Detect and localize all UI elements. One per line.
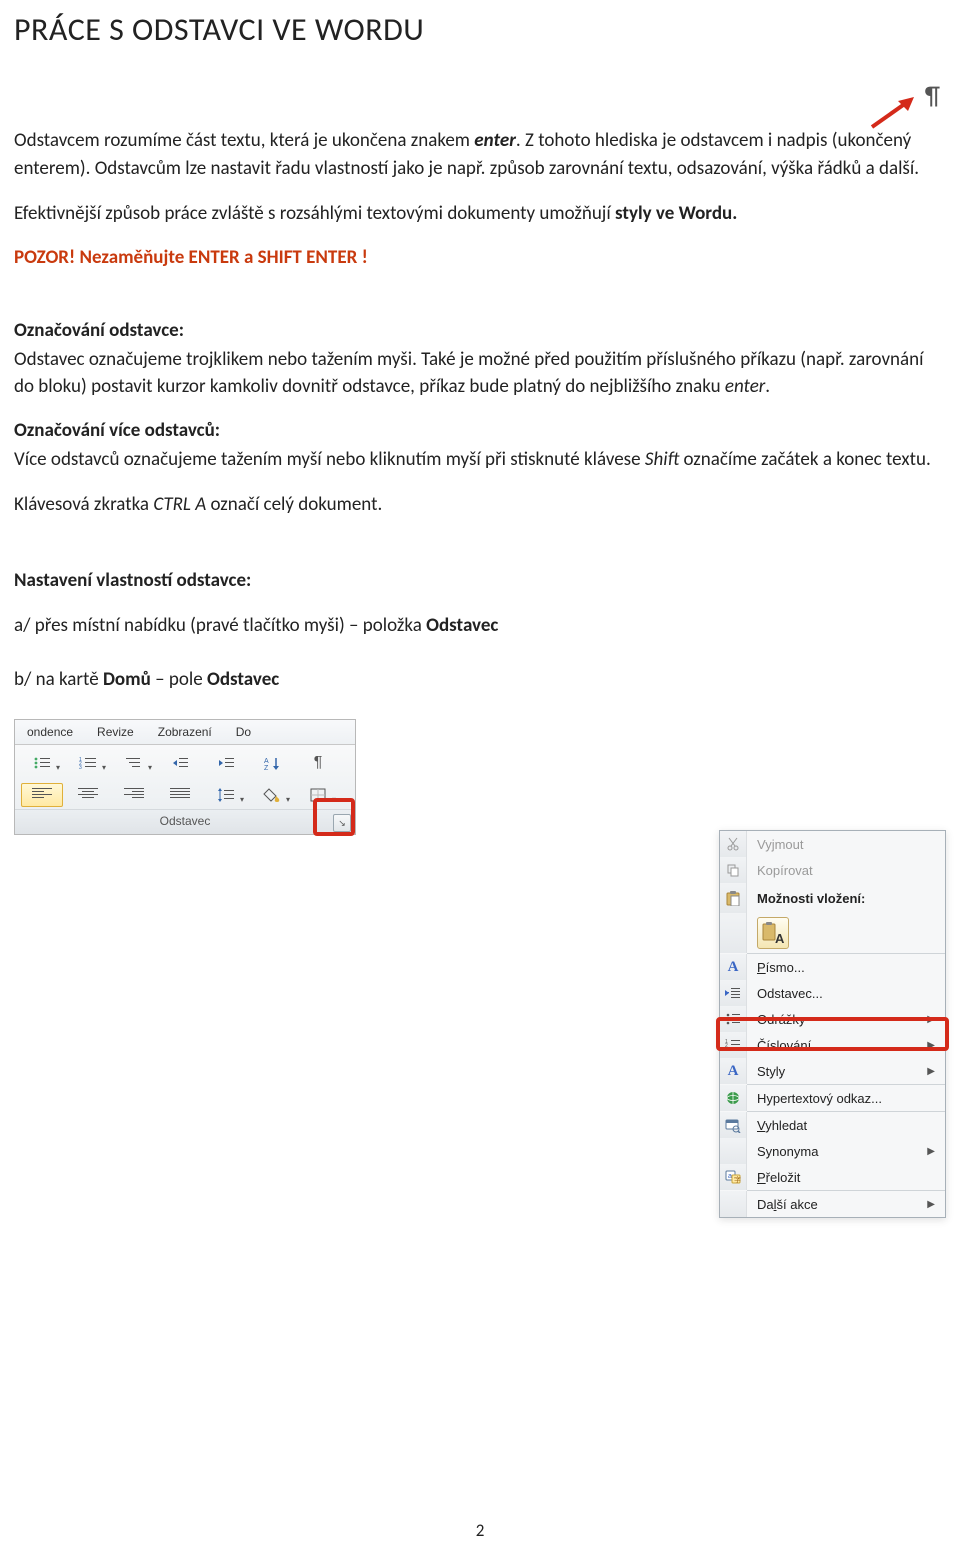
paste-icon <box>725 890 741 906</box>
paste-keep-text-button[interactable]: A <box>757 917 789 949</box>
ribbon-tab[interactable]: Revize <box>85 725 146 739</box>
menu-item-styles[interactable]: A Styly ▶ <box>720 1058 945 1084</box>
chevron-down-icon: ▾ <box>56 763 60 772</box>
multilevel-list-button[interactable]: ▾ <box>113 751 155 775</box>
submenu-arrow-icon: ▶ <box>927 1146 945 1157</box>
ctrl-a-paragraph: Klávesová zkratka CTRL A označí celý dok… <box>14 491 946 519</box>
red-arrow-icon <box>868 97 914 131</box>
menu-item-translate[interactable]: a字 Přeložit <box>720 1164 945 1190</box>
intro-paragraph-1: Odstavcem rozumíme část textu, která je … <box>14 127 946 182</box>
align-center-button[interactable] <box>67 783 109 807</box>
translate-icon: a字 <box>725 1169 741 1185</box>
chevron-down-icon: ▾ <box>102 763 106 772</box>
page-number: 2 <box>0 1520 960 1541</box>
selection-paragraph: Odstavec označujeme trojklikem nebo taže… <box>14 346 946 401</box>
menu-item-paragraph[interactable]: Odstavec... <box>720 980 945 1006</box>
show-hide-button[interactable]: ¶ <box>297 751 339 775</box>
line-spacing-button[interactable]: ▾ <box>205 783 247 807</box>
ribbon-row-1: ▾ 123 ▾ ▾ AZ ¶ <box>15 745 355 777</box>
styles-icon: A <box>728 1063 739 1080</box>
submenu-arrow-icon: ▶ <box>927 1066 945 1077</box>
red-highlight-box <box>313 798 355 836</box>
svg-text:Z: Z <box>264 765 269 770</box>
numbering-button[interactable]: 123 ▾ <box>67 751 109 775</box>
chevron-down-icon: ▾ <box>148 763 152 772</box>
menu-item-paste-options: Možnosti vložení: <box>720 883 945 913</box>
cut-icon <box>726 837 740 851</box>
shading-button[interactable]: ▾ <box>251 783 293 807</box>
multi-selection-paragraph: Více odstavců označujeme tažením myší ne… <box>14 446 946 474</box>
section-heading-multi: Označování více odstavců: <box>14 419 946 442</box>
ribbon-tabs: ondence Revize Zobrazení Do <box>15 720 355 745</box>
svg-text:字: 字 <box>734 1175 741 1184</box>
chevron-down-icon: ▾ <box>286 795 290 804</box>
increase-indent-button[interactable] <box>205 751 247 775</box>
context-menu: Vyjmout Kopírovat Možnosti vložení: A A … <box>719 830 946 1218</box>
section-heading-selection: Označování odstavce: <box>14 319 946 342</box>
chevron-down-icon: ▾ <box>240 795 244 804</box>
document-page: PRÁCE S ODSTAVCI VE WORDU ¶ Odstavcem ro… <box>0 0 960 1547</box>
ribbon-tab[interactable]: Zobrazení <box>146 725 224 739</box>
warning-text: POZOR! Nezaměňujte ENTER a SHIFT ENTER ! <box>14 246 946 269</box>
option-b-text: b/ na kartě Domů – pole Odstavec <box>14 666 946 694</box>
link-icon <box>725 1090 741 1106</box>
bullets-button[interactable]: ▾ <box>21 751 63 775</box>
sort-button[interactable]: AZ <box>251 751 293 775</box>
word-ribbon-screenshot: ondence Revize Zobrazení Do ▾ 123 ▾ ▾ <box>14 719 356 835</box>
font-icon: A <box>728 959 739 976</box>
section-heading-properties: Nastavení vlastností odstavce: <box>14 567 946 595</box>
option-a-text: a/ přes místní nabídku (pravé tlačítko m… <box>14 612 946 640</box>
ribbon-tab[interactable]: Do <box>224 725 263 739</box>
decrease-indent-button[interactable] <box>159 751 201 775</box>
menu-item-font[interactable]: A Písmo... <box>720 954 945 980</box>
menu-item-more-actions[interactable]: Další akce ▶ <box>720 1191 945 1217</box>
paragraph-icon <box>725 986 741 1000</box>
paste-option-row: A <box>720 913 945 953</box>
page-title: PRÁCE S ODSTAVCI VE WORDU <box>14 10 946 49</box>
pilcrow-icon: ¶ <box>925 79 946 111</box>
submenu-arrow-icon: ▶ <box>927 1199 945 1210</box>
blank-icon <box>720 1138 747 1164</box>
menu-item-synonyms[interactable]: Synonyma ▶ <box>720 1138 945 1164</box>
justify-button[interactable] <box>159 783 201 807</box>
pilcrow-illustration: ¶ <box>14 79 946 127</box>
red-highlight-box <box>716 1017 949 1051</box>
pilcrow-icon: ¶ <box>314 754 323 772</box>
ribbon-group-label: Odstavec ↘ <box>15 809 355 834</box>
align-right-button[interactable] <box>113 783 155 807</box>
menu-item-hyperlink[interactable]: Hypertextový odkaz... <box>720 1085 945 1111</box>
menu-item-search[interactable]: Vyhledat <box>720 1112 945 1138</box>
copy-icon <box>726 863 740 877</box>
svg-text:a: a <box>728 1173 732 1180</box>
intro-paragraph-2: Efektivnější způsob práce zvláště s rozs… <box>14 200 946 228</box>
blank-icon <box>720 1191 747 1217</box>
svg-text:3: 3 <box>79 765 82 770</box>
ribbon-row-2: ▾ ▾ ▾ <box>15 777 355 809</box>
menu-item-copy[interactable]: Kopírovat <box>720 857 945 883</box>
search-icon <box>725 1117 741 1133</box>
svg-text:A: A <box>264 758 269 765</box>
ribbon-tab[interactable]: ondence <box>15 725 85 739</box>
svg-text:A: A <box>775 931 785 946</box>
align-left-button[interactable] <box>21 783 63 807</box>
menu-item-cut[interactable]: Vyjmout <box>720 831 945 857</box>
